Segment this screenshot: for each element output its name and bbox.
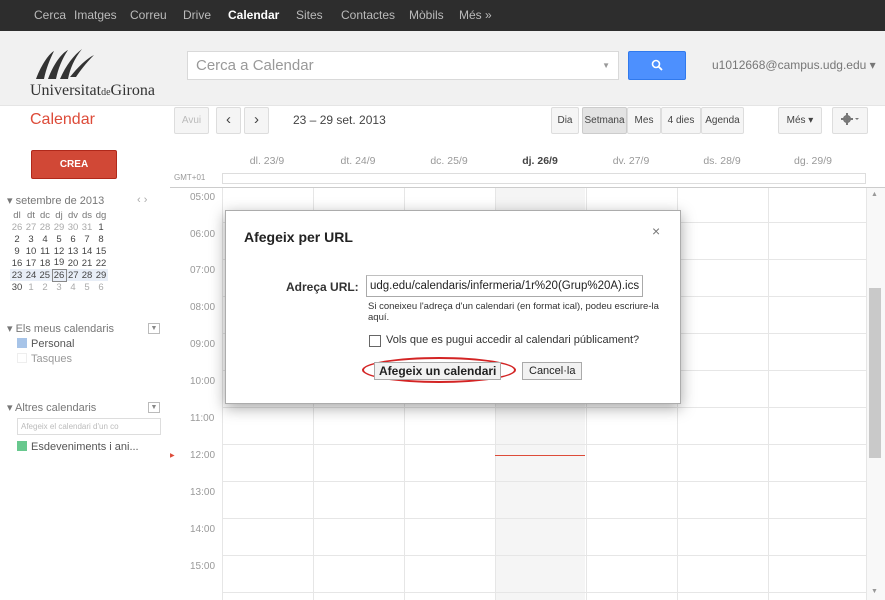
calendar-item-tasques[interactable]: Tasques — [17, 353, 72, 366]
search-options-dropdown-icon: ▼ — [602, 61, 610, 70]
next-week-button[interactable]: › — [244, 107, 269, 134]
view-day-button[interactable]: Dia — [551, 107, 579, 134]
hour-label: 09:00 — [190, 339, 216, 350]
topnav-imatges[interactable]: Imatges — [68, 0, 123, 31]
hour-line — [222, 481, 866, 482]
hour-line — [222, 518, 866, 519]
vertical-scrollbar[interactable]: ▲ ▼ — [867, 188, 885, 600]
search-input[interactable]: Cerca a Calendar ▼ — [187, 51, 619, 80]
day-header[interactable]: dt. 24/9 — [313, 155, 403, 167]
day-header[interactable]: dg. 29/9 — [768, 155, 858, 167]
hour-label: 12:00 — [190, 450, 216, 461]
close-icon[interactable]: × — [652, 223, 660, 239]
view-agenda-button[interactable]: Agenda — [701, 107, 744, 134]
hour-label: 05:00 — [190, 192, 216, 203]
topnav-mobils[interactable]: Mòbils — [403, 0, 450, 31]
topnav-contactes[interactable]: Contactes — [335, 0, 401, 31]
topnav-sites[interactable]: Sites — [290, 0, 329, 31]
app-toolbar: Calendar Avui ‹ › 23 – 29 set. 2013 Dia … — [0, 107, 885, 139]
hour-line — [222, 555, 866, 556]
topnav-drive[interactable]: Drive — [177, 0, 217, 31]
hour-label: 06:00 — [190, 229, 216, 240]
url-input[interactable]: udg.edu/calendaris/infermeria/1r%20(Grup… — [366, 275, 643, 297]
add-by-url-dialog: Afegeix per URL × Adreça URL: udg.edu/ca… — [225, 210, 681, 404]
hour-line — [222, 444, 866, 445]
day-header-today[interactable]: dj. 26/9 — [495, 155, 585, 167]
today-button[interactable]: Avui — [174, 107, 209, 134]
scrollbar-thumb[interactable] — [869, 288, 881, 458]
hour-label: 11:00 — [190, 413, 215, 424]
mini-calendar-nav[interactable]: ‹ › — [137, 194, 147, 206]
hour-label: 07:00 — [190, 265, 216, 276]
hour-label: 13:00 — [190, 487, 216, 498]
timezone-label: GMT+01 — [174, 173, 206, 182]
hour-line — [222, 592, 866, 593]
more-button[interactable]: Més ▾ — [778, 107, 822, 134]
dialog-title: Afegeix per URL — [244, 229, 353, 245]
calendar-item-esdeveniments[interactable]: Esdeveniments i ani... — [17, 441, 139, 454]
day-header[interactable]: ds. 28/9 — [677, 155, 767, 167]
gear-icon — [841, 113, 859, 125]
column-divider — [768, 188, 769, 600]
my-calendars-header[interactable]: ▾ Els meus calendaris — [7, 322, 114, 335]
view-month-button[interactable]: Mes — [627, 107, 661, 134]
other-calendars-header[interactable]: ▾ Altres calendaris — [7, 401, 96, 414]
create-event-button[interactable]: CREA — [31, 150, 117, 179]
scroll-down-icon: ▼ — [871, 588, 878, 595]
header: UniversitatdeGirona Cerca a Calendar ▼ u1… — [0, 31, 885, 106]
day-header[interactable]: dv. 27/9 — [586, 155, 676, 167]
view-week-button[interactable]: Setmana — [582, 107, 627, 134]
prev-week-button[interactable]: ‹ — [216, 107, 241, 134]
view-4days-button[interactable]: 4 dies — [661, 107, 701, 134]
scroll-up-icon: ▲ — [871, 191, 878, 198]
search-icon — [651, 59, 663, 71]
add-friend-calendar-input[interactable]: Afegeix el calendari d'un co — [17, 418, 161, 435]
topnav-correu[interactable]: Correu — [124, 0, 173, 31]
public-access-checkbox[interactable] — [369, 335, 381, 347]
hour-line — [222, 407, 866, 408]
top-nav-bar: Cerca Imatges Correu Drive Calendar Site… — [0, 0, 885, 31]
mini-calendar[interactable]: dl dt dc dj dv ds dg 26 27 28 29 30 31 1 2345678 9 10… — [10, 209, 108, 293]
settings-button[interactable] — [832, 107, 868, 134]
hour-label: 14:00 — [190, 524, 216, 535]
url-hint: Si coneixeu l'adreça d'un calendari (en … — [368, 301, 659, 323]
hour-label: 08:00 — [190, 302, 216, 313]
search-button[interactable] — [628, 51, 686, 80]
mini-calendar-month[interactable]: ▾ setembre de 2013 — [7, 194, 104, 207]
university-name: UniversitatdeGirona — [30, 82, 155, 99]
current-time-line — [495, 455, 585, 456]
topnav-cerca[interactable]: Cerca — [28, 0, 72, 31]
cancel-button[interactable]: Cancel·la — [522, 362, 583, 380]
day-header[interactable]: dc. 25/9 — [404, 155, 494, 167]
sidebar: CREA ▾ setembre de 2013 ‹ › dl dt dc dj dv ds… — [0, 139, 170, 599]
my-calendars-dropdown-icon[interactable]: ▼ — [148, 323, 160, 334]
hour-label: 10:00 — [190, 376, 216, 387]
day-header[interactable]: dl. 23/9 — [222, 155, 312, 167]
date-range: 23 – 29 set. 2013 — [293, 113, 386, 127]
current-time-marker-icon: ▶ — [170, 453, 175, 459]
all-day-row[interactable] — [222, 173, 866, 184]
topnav-mes[interactable]: Més » — [453, 0, 498, 31]
calendar-item-personal[interactable]: Personal — [17, 338, 74, 351]
public-access-label[interactable]: Vols que es pugui accedir al calendari p… — [386, 334, 639, 346]
url-label: Adreça URL: — [286, 280, 359, 294]
add-calendar-button[interactable]: Afegeix un calendari — [374, 362, 502, 380]
column-divider — [222, 188, 223, 600]
other-calendars-dropdown-icon[interactable]: ▼ — [148, 402, 160, 413]
account-menu[interactable]: u1012668@campus.udg.edu ▾ — [712, 51, 876, 80]
topnav-calendar[interactable]: Calendar — [222, 0, 285, 31]
hour-label: 15:00 — [190, 561, 216, 572]
app-title: Calendar — [30, 111, 95, 128]
